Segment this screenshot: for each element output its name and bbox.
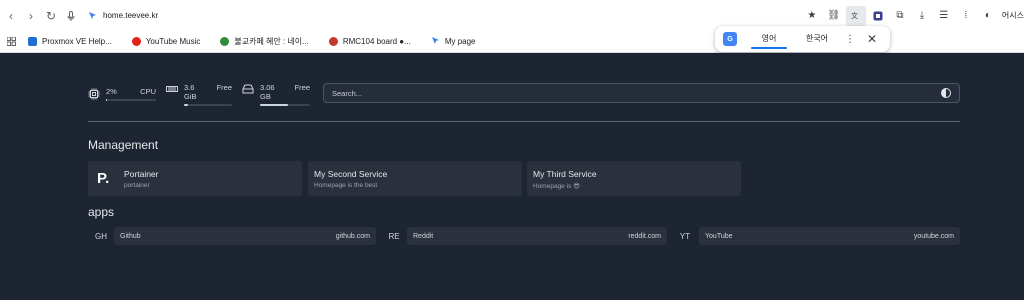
profile-label[interactable]: 어시스 <box>1002 10 1024 21</box>
memory-bar-fill <box>184 104 188 106</box>
bookmark-youtube-music[interactable]: YouTube Music <box>131 37 201 46</box>
cpu-widget: 2% CPU <box>88 87 156 103</box>
disk-icon <box>242 84 254 97</box>
management-title: Management <box>88 138 159 152</box>
bookmark-label: YouTube Music <box>145 37 201 46</box>
homepage-dashboard: 2% CPU 3.6 GiB Free 3.06 GB Free Search.… <box>0 53 1024 300</box>
cpu-value: 2% <box>106 86 117 96</box>
app-abbr: RE <box>388 232 400 241</box>
extension-shield-icon[interactable] <box>868 6 888 26</box>
my-page-icon <box>431 36 440 47</box>
memory-value: 3.6 GiB <box>184 83 197 101</box>
app-abbr: YT <box>679 232 691 241</box>
app-name: Github <box>120 232 141 240</box>
site-favicon-icon <box>88 7 97 25</box>
cpu-bar <box>106 98 156 101</box>
source-language-tab[interactable]: 영어 <box>745 26 793 52</box>
bookmark-label: My page <box>444 37 476 46</box>
reading-list-icon[interactable]: ☰ <box>934 6 954 26</box>
youtube-music-icon <box>131 37 141 46</box>
bookmark-label: 불교카페 혜안 : 네이... <box>234 37 309 46</box>
reload-icon[interactable]: ↻ <box>42 7 60 25</box>
app-link-youtube[interactable]: YouTube youtube.com <box>699 227 960 245</box>
bookmark-rmc104[interactable]: RMC104 board ●... <box>328 37 411 46</box>
close-icon[interactable]: ✕ <box>867 32 877 46</box>
cafe-icon <box>220 37 230 46</box>
app-link-github[interactable]: Github github.com <box>114 227 376 245</box>
assistant-icon[interactable]: ◐ <box>978 6 998 26</box>
apps-title: apps <box>88 205 115 219</box>
service-card-second[interactable]: My Second Service Homepage is the best <box>308 161 522 196</box>
app-url: youtube.com <box>913 232 954 240</box>
app-name: Reddit <box>413 232 434 240</box>
link-icon[interactable]: ⛓ <box>824 6 844 26</box>
extensions-puzzle-icon[interactable]: ⧉ <box>890 6 910 26</box>
media-icon[interactable]: ⦙ <box>956 6 976 26</box>
search-input[interactable]: Search... <box>323 83 960 103</box>
target-language-tab[interactable]: 한국어 <box>793 26 841 52</box>
service-card-third[interactable]: My Third Service Homepage is 😎 <box>527 161 741 196</box>
portainer-icon: P. <box>97 170 110 187</box>
svg-text:文: 文 <box>851 11 858 20</box>
search-provider-icon[interactable] <box>941 88 951 98</box>
search-placeholder: Search... <box>332 88 363 98</box>
nav-buttons: ‹ › ↻ <box>2 7 80 25</box>
service-name: My Second Service <box>314 169 388 179</box>
service-description: portainer <box>124 182 150 189</box>
cpu-icon <box>88 88 100 103</box>
forward-icon[interactable]: › <box>22 7 40 25</box>
memory-widget: 3.6 GiB Free <box>166 83 232 106</box>
rmc-icon <box>328 37 338 46</box>
memory-bar <box>184 104 232 106</box>
memory-label: Free <box>216 83 232 92</box>
more-options-icon[interactable]: ⋮ <box>845 34 855 45</box>
resource-widgets: 2% CPU 3.6 GiB Free 3.06 GB Free <box>88 83 320 106</box>
service-card-portainer[interactable]: P. Portainer portainer <box>88 161 302 196</box>
app-link-reddit[interactable]: Reddit reddit.com <box>407 227 667 245</box>
url-text[interactable]: home.teevee.kr <box>103 11 158 20</box>
app-name: YouTube <box>705 232 733 240</box>
bookmark-my-page[interactable]: My page <box>431 36 476 47</box>
download-icon[interactable]: ⤓ <box>912 6 932 26</box>
proxmox-icon <box>28 37 37 46</box>
star-icon[interactable]: ★ <box>802 6 822 26</box>
memory-icon <box>166 84 178 96</box>
disk-bar <box>260 104 310 106</box>
service-name: Portainer <box>124 169 159 179</box>
disk-bar-fill <box>260 104 288 106</box>
service-description: Homepage is 😎 <box>533 183 580 190</box>
cpu-label: CPU <box>140 86 156 96</box>
app-url: reddit.com <box>628 232 661 240</box>
bookmark-label: RMC104 board ●... <box>342 37 411 46</box>
app-url: github.com <box>335 232 370 240</box>
cpu-bar-fill <box>106 98 107 101</box>
bookmark-label: Proxmox VE Help... <box>42 37 112 46</box>
back-icon[interactable]: ‹ <box>2 7 20 25</box>
service-name: My Third Service <box>533 169 597 179</box>
divider <box>88 121 960 122</box>
disk-label: Free <box>294 83 310 92</box>
google-translate-icon: G <box>723 32 737 46</box>
service-description: Homepage is the best <box>314 182 378 189</box>
mic-icon[interactable] <box>62 7 80 25</box>
disk-value: 3.06 GB <box>260 83 275 101</box>
app-abbr: GH <box>95 232 107 241</box>
apps-grid-icon[interactable] <box>2 33 20 51</box>
bookmark-proxmox[interactable]: Proxmox VE Help... <box>28 37 112 46</box>
disk-widget: 3.06 GB Free <box>242 83 310 106</box>
translate-icon[interactable]: 文 <box>845 5 866 26</box>
translate-popup: G 영어 한국어 ⋮ ✕ <box>715 26 890 52</box>
bookmark-naver-cafe[interactable]: 불교카페 혜안 : 네이... <box>220 36 309 47</box>
address-bar[interactable]: home.teevee.kr <box>88 7 158 25</box>
